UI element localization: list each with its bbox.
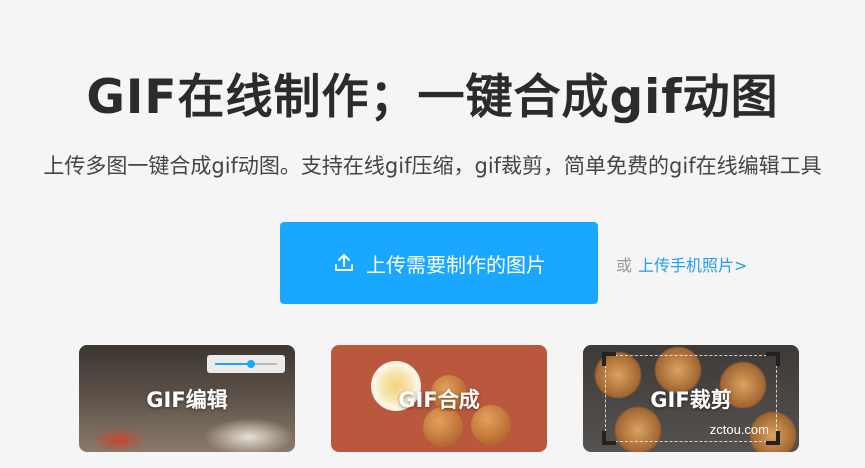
- gif-edit-card[interactable]: GIF编辑: [79, 345, 295, 452]
- upload-button-label: 上传需要制作的图片: [366, 252, 546, 277]
- gif-merge-card[interactable]: GIF合成: [331, 345, 547, 452]
- slider-icon: [207, 355, 285, 373]
- page-subtitle: 上传多图一键合成gif动图。支持在线gif压缩，gif裁剪，简单免费的gif在线…: [43, 154, 822, 178]
- gif-merge-card-label: GIF合成: [398, 387, 480, 412]
- page-title: GIF在线制作；一键合成gif动图: [86, 70, 779, 125]
- upload-images-button[interactable]: 上传需要制作的图片: [280, 222, 598, 304]
- upload-icon: [335, 254, 353, 271]
- gif-edit-card-label: GIF编辑: [146, 387, 228, 412]
- watermark: zctou.com: [709, 422, 769, 437]
- or-text: 或: [616, 256, 633, 275]
- gif-crop-card-label: GIF裁剪: [650, 387, 732, 412]
- mobile-upload-option: 或上传手机照片>: [616, 252, 747, 276]
- upload-mobile-photo-link[interactable]: 上传手机照片>: [638, 256, 747, 275]
